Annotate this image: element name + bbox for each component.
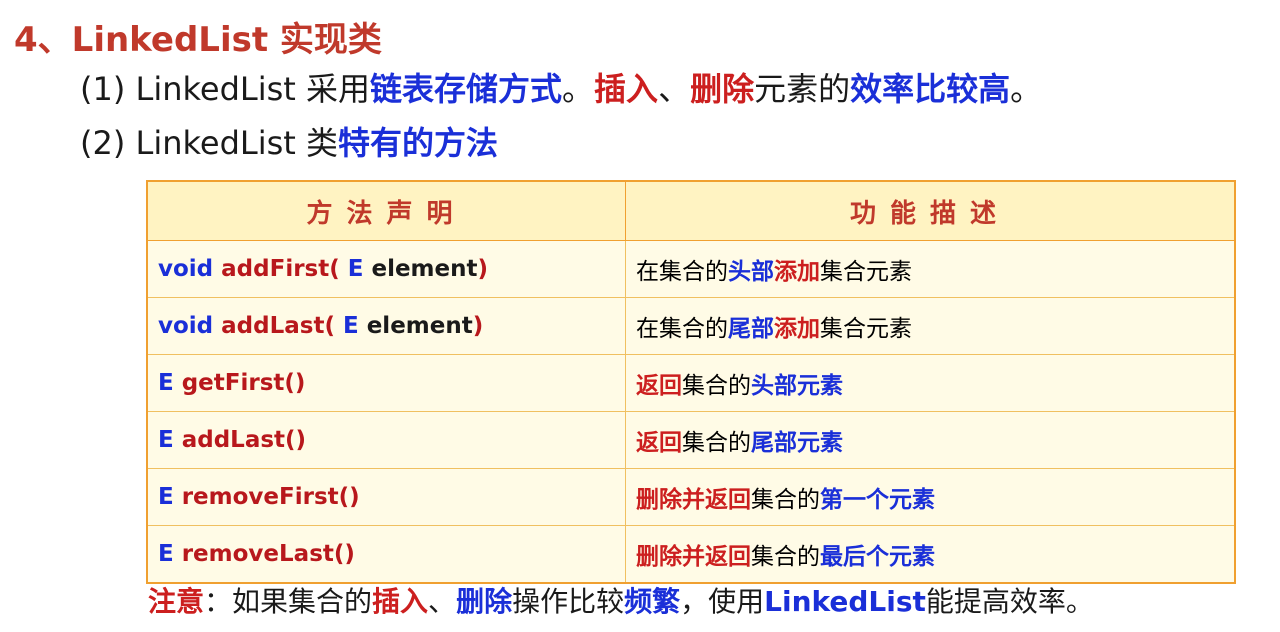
desc-target: 第一个元素 — [820, 487, 935, 513]
section-title: 4、LinkedList 实现类 — [14, 20, 382, 60]
return-type: void — [158, 256, 222, 282]
method-close: ) — [477, 256, 489, 282]
desc-action: 添加 — [774, 316, 820, 342]
method-declaration: E removeLast() — [146, 525, 626, 584]
method-name: addLast() — [181, 427, 307, 453]
param-type: E — [347, 256, 364, 282]
point2-prefix: (2) LinkedList 类 — [80, 124, 339, 162]
desc-text: 集合元素 — [820, 316, 912, 342]
method-declaration: void addLast( E element) — [146, 297, 626, 355]
table-header-row: 方法声明 功能描述 — [146, 180, 1236, 241]
desc-text: 集合的 — [751, 487, 820, 513]
param-name: element — [358, 313, 473, 339]
header-method-declaration: 方法声明 — [146, 180, 626, 241]
desc-text: 在集合的 — [636, 259, 728, 285]
return-type: void — [158, 313, 222, 339]
table-row: void addFirst( E element) 在集合的头部添加集合元素 — [146, 240, 1236, 298]
desc-action: 删除并返回 — [636, 487, 751, 513]
note-text: ，使用 — [680, 585, 765, 618]
table-row: void addLast( E element) 在集合的尾部添加集合元素 — [146, 297, 1236, 355]
table-row: E removeFirst() 删除并返回集合的第一个元素 — [146, 468, 1236, 526]
return-type: E — [158, 370, 182, 396]
method-close: ) — [472, 313, 484, 339]
note-line: 注意：如果集合的插入、删除操作比较频繁，使用LinkedList能提高效率。 — [148, 580, 1094, 620]
method-name: addFirst( — [221, 256, 348, 282]
desc-target: 最后个元素 — [820, 544, 935, 570]
method-description: 在集合的尾部添加集合元素 — [625, 297, 1236, 355]
table-row: E getFirst() 返回集合的头部元素 — [146, 354, 1236, 412]
param-type: E — [342, 313, 359, 339]
return-type: E — [158, 541, 182, 567]
desc-text: 集合元素 — [820, 259, 912, 285]
note-delete: 删除 — [456, 585, 513, 618]
desc-action: 删除并返回 — [636, 544, 751, 570]
header-function-description: 功能描述 — [625, 180, 1236, 241]
desc-text: 在集合的 — [636, 316, 728, 342]
method-name: getFirst() — [181, 370, 306, 396]
note-text: ：如果集合的 — [204, 585, 373, 618]
point1-sep2: 、 — [658, 70, 691, 108]
method-description: 删除并返回集合的最后个元素 — [625, 525, 1236, 584]
desc-text: 集合的 — [751, 544, 820, 570]
method-declaration: E getFirst() — [146, 354, 626, 412]
desc-text: 集合的 — [682, 373, 751, 399]
note-linkedlist: LinkedList — [764, 585, 926, 618]
desc-position: 头部 — [728, 259, 774, 285]
method-name: removeLast() — [181, 541, 355, 567]
note-sep: 、 — [428, 585, 457, 618]
point1-mid: 元素的 — [754, 70, 851, 108]
point1-delete: 删除 — [690, 70, 755, 108]
method-description: 删除并返回集合的第一个元素 — [625, 468, 1236, 526]
desc-action: 添加 — [774, 259, 820, 285]
desc-text: 集合的 — [682, 430, 751, 456]
desc-target: 头部元素 — [751, 373, 843, 399]
note-freq: 频繁 — [624, 585, 681, 618]
table-row: E addLast() 返回集合的尾部元素 — [146, 411, 1236, 469]
desc-target: 尾部元素 — [751, 430, 843, 456]
method-declaration: void addFirst( E element) — [146, 240, 626, 298]
point-methods: (2) LinkedList 类特有的方法 — [80, 118, 498, 164]
note-text: 能提高效率。 — [925, 585, 1094, 618]
method-description: 返回集合的头部元素 — [625, 354, 1236, 412]
point1-insert: 插入 — [594, 70, 659, 108]
point1-sep1: 。 — [562, 70, 595, 108]
return-type: E — [158, 484, 182, 510]
point1-prefix: (1) LinkedList 采用 — [80, 70, 371, 108]
method-declaration: E addLast() — [146, 411, 626, 469]
method-declaration: E removeFirst() — [146, 468, 626, 526]
point-storage: (1) LinkedList 采用链表存储方式。插入、删除元素的效率比较高。 — [80, 64, 1042, 110]
point2-methods: 特有的方法 — [338, 124, 499, 162]
method-name: removeFirst() — [181, 484, 360, 510]
return-type: E — [158, 427, 182, 453]
point1-efficiency: 效率比较高 — [850, 70, 1011, 108]
param-name: element — [363, 256, 478, 282]
note-label: 注意 — [148, 585, 205, 618]
desc-action: 返回 — [636, 430, 682, 456]
note-insert: 插入 — [372, 585, 429, 618]
desc-position: 尾部 — [728, 316, 774, 342]
method-description: 返回集合的尾部元素 — [625, 411, 1236, 469]
methods-table: 方法声明 功能描述 void addFirst( E element) 在集合的… — [146, 180, 1236, 584]
note-text: 操作比较 — [512, 585, 625, 618]
point1-end: 。 — [1010, 70, 1043, 108]
table-row: E removeLast() 删除并返回集合的最后个元素 — [146, 525, 1236, 584]
desc-action: 返回 — [636, 373, 682, 399]
method-description: 在集合的头部添加集合元素 — [625, 240, 1236, 298]
method-name: addLast( — [221, 313, 343, 339]
point1-storage: 链表存储方式 — [370, 70, 563, 108]
